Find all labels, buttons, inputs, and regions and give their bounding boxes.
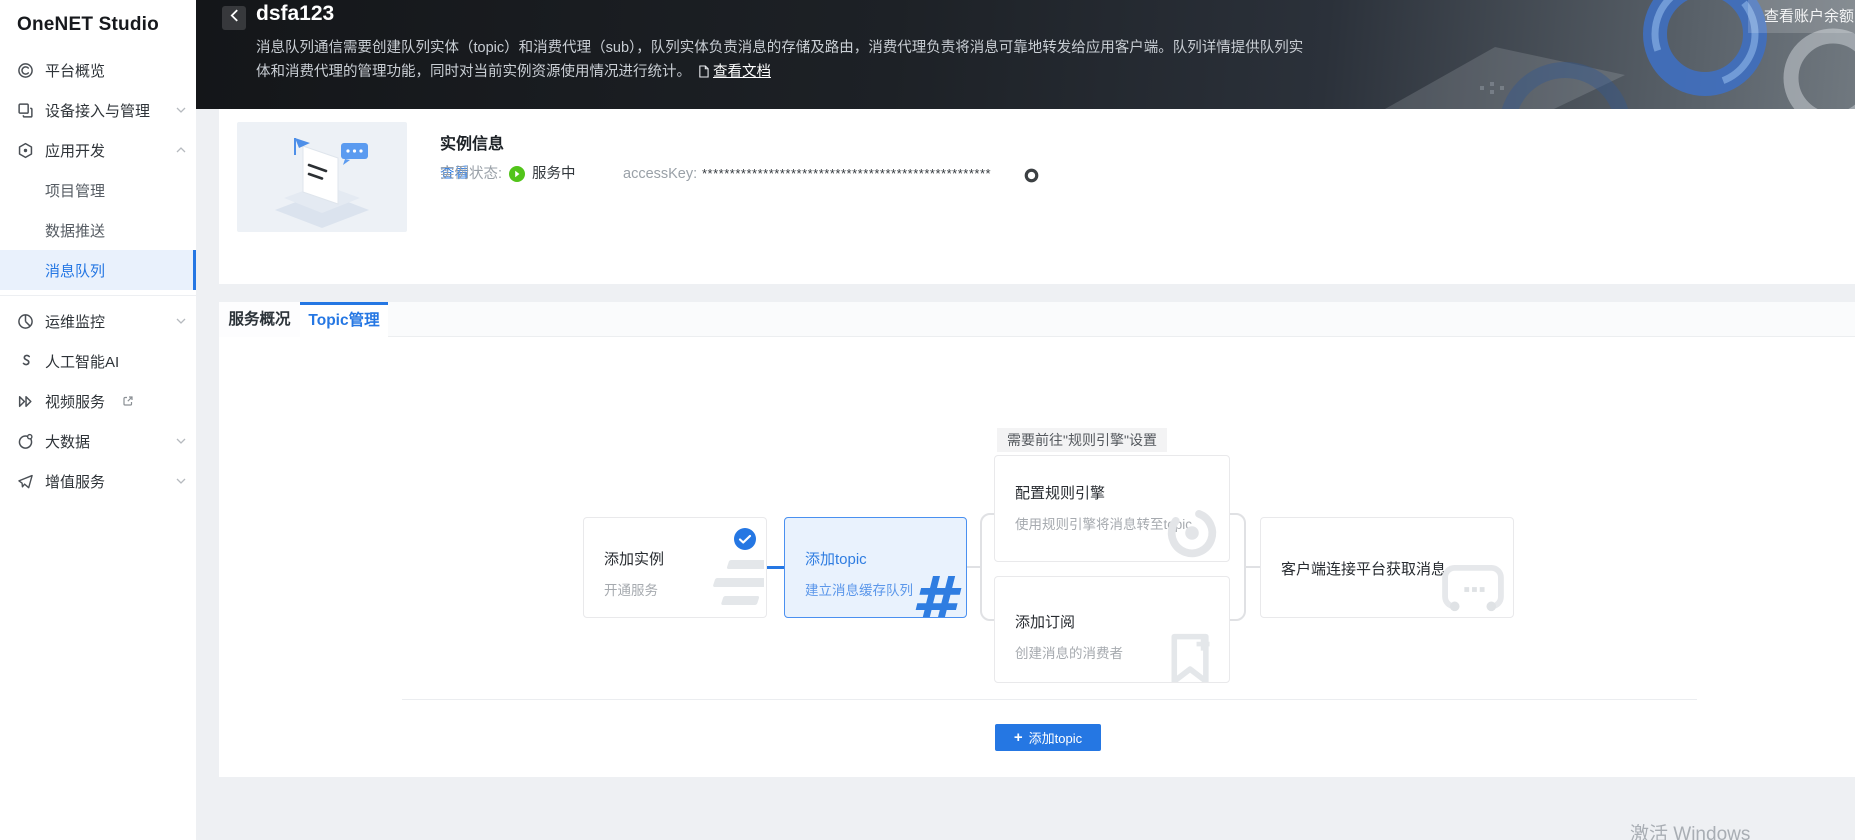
instance-info-card: 实例信息 实例状态: 服务中 accessKey: **************… [219, 109, 1855, 284]
instance-info-title: 实例信息 [440, 130, 504, 154]
add-topic-button-label: 添加topic [1029, 728, 1082, 747]
flow-step-add-instance[interactable]: 添加实例 开通服务 [583, 517, 767, 618]
sidebar-item-ops-monitoring[interactable]: 运维监控 [0, 301, 196, 341]
description-text: 消息队列通信需要创建队列实体（topic）和消费代理（sub），队列实体负责消息… [256, 40, 1303, 80]
sidebar-item-platform-overview[interactable]: 平台概览 [0, 50, 196, 90]
sidebar-item-label: 平台概览 [45, 60, 105, 81]
app-dev-icon [17, 142, 34, 159]
sidebar-item-label: 增值服务 [45, 471, 105, 492]
sidebar-item-label: 项目管理 [45, 180, 105, 201]
eye-icon[interactable] [1024, 167, 1039, 191]
topic-management-panel: 需要前往"规则引擎"设置 添加实例 开通服务 添加topic 建立消息缓存队列 … [219, 337, 1855, 777]
device-access-icon [17, 102, 34, 119]
tab-service-overview[interactable]: 服务概况 [219, 302, 300, 337]
sidebar: OneNET Studio 平台概览 设备接入与管理 应用开发 项目管理 数据推… [0, 0, 196, 840]
chevron-down-icon [176, 438, 186, 444]
flow-step-title: 配置规则引擎 [1015, 482, 1105, 503]
chevron-down-icon [176, 318, 186, 324]
flow-step-title: 添加订阅 [1015, 611, 1075, 632]
instance-status-label: 实例状态: [440, 162, 502, 186]
video-service-icon [17, 393, 34, 410]
rule-engine-swirl-icon [1163, 504, 1221, 562]
flow-connector-blue [767, 566, 784, 569]
rule-engine-tooltip: 需要前往"规则引擎"设置 [997, 428, 1167, 452]
sidebar-item-device-access[interactable]: 设备接入与管理 [0, 90, 196, 130]
ai-icon [17, 353, 34, 370]
client-connection-icon [1441, 564, 1505, 618]
page-header: dsfa123 消息队列通信需要创建队列实体（topic）和消费代理（sub），… [196, 0, 1855, 109]
flow-step-title: 添加实例 [604, 548, 664, 569]
account-balance-button[interactable]: 查看账户余额 [1748, 0, 1855, 33]
windows-activation-watermark: 激活 Windows [1630, 819, 1750, 840]
instance-illustration [237, 122, 407, 232]
flow-connector-right [1245, 566, 1261, 568]
page-description: 消息队列通信需要创建队列实体（topic）和消费代理（sub），队列实体负责消息… [256, 36, 1316, 86]
instance-status-value: 服务中 [532, 162, 576, 186]
flow-connector-left [967, 566, 981, 568]
accesskey-masked-value: ****************************************… [702, 162, 991, 186]
chevron-down-icon [176, 478, 186, 484]
document-icon [698, 62, 709, 86]
sidebar-item-ai[interactable]: 人工智能AI [0, 341, 196, 381]
flow-step-title: 添加topic [805, 548, 867, 569]
sidebar-item-label: 设备接入与管理 [45, 100, 150, 121]
sidebar-item-app-development[interactable]: 应用开发 [0, 130, 196, 170]
flow-step-subtitle: 开通服务 [604, 579, 658, 599]
chevron-down-icon [176, 107, 186, 113]
hash-icon: # [911, 569, 956, 618]
sidebar-item-label: 人工智能AI [45, 351, 119, 372]
sidebar-item-project-management[interactable]: 项目管理 [0, 170, 196, 210]
sidebar-item-label: 应用开发 [45, 140, 105, 161]
onenet-studio-page: OneNET Studio 平台概览 设备接入与管理 应用开发 项目管理 数据推… [0, 0, 1855, 840]
ops-monitor-icon [17, 313, 34, 330]
big-data-icon [17, 433, 34, 450]
sidebar-item-value-added-service[interactable]: 增值服务 [0, 461, 196, 501]
flow-step-title: 客户端连接平台获取消息 [1281, 558, 1446, 579]
sidebar-item-data-push[interactable]: 数据推送 [0, 210, 196, 250]
flow-step-add-topic[interactable]: 添加topic 建立消息缓存队列 # [784, 517, 967, 618]
flow-step-subtitle: 创建消息的消费者 [1015, 642, 1123, 662]
platform-overview-icon [17, 62, 34, 79]
instance-info-row: 实例状态: 服务中 accessKey: *******************… [440, 162, 1820, 186]
sidebar-item-big-data[interactable]: 大数据 [0, 421, 196, 461]
sidebar-item-message-queue[interactable]: 消息队列 [0, 250, 196, 290]
sidebar-item-video-service[interactable]: 视频服务 [0, 381, 196, 421]
sidebar-item-label: 大数据 [45, 431, 90, 452]
flow-step-subtitle: 建立消息缓存队列 [805, 579, 913, 599]
page-title: dsfa123 [256, 2, 334, 26]
bookmark-plus-icon [1165, 629, 1217, 683]
sidebar-divider [0, 295, 196, 296]
detail-tabbar: 服务概况 Topic管理 [219, 302, 1855, 337]
chevron-left-icon [230, 9, 239, 27]
external-link-icon [122, 395, 134, 407]
value-added-service-icon [17, 473, 34, 490]
flow-step-add-subscription[interactable]: 添加订阅 创建消息的消费者 [994, 576, 1230, 683]
view-docs-link[interactable]: 查看文档 [713, 64, 771, 80]
flow-step-client-connect[interactable]: 客户端连接平台获取消息 [1260, 517, 1514, 618]
sidebar-item-label: 运维监控 [45, 311, 105, 332]
plus-icon: + [1014, 730, 1023, 745]
back-button[interactable] [222, 6, 246, 30]
tab-topic-management[interactable]: Topic管理 [300, 302, 388, 338]
list-lines-icon [688, 558, 764, 615]
panel-divider [402, 699, 1697, 700]
add-topic-button[interactable]: + 添加topic [995, 724, 1101, 751]
sidebar-item-label: 数据推送 [45, 220, 105, 241]
sidebar-nav: 平台概览 设备接入与管理 应用开发 项目管理 数据推送 消息队列 [0, 50, 196, 501]
check-circle-icon [734, 528, 756, 555]
sidebar-item-label: 视频服务 [45, 391, 105, 412]
sidebar-item-label: 消息队列 [45, 260, 105, 281]
accesskey-label: accessKey: [623, 162, 697, 186]
chevron-up-icon [176, 147, 186, 153]
brand-title: OneNET Studio [0, 0, 196, 36]
status-running-icon [509, 166, 525, 190]
flow-step-configure-rule-engine[interactable]: 配置规则引擎 使用规则引擎将消息转至topic [994, 455, 1230, 562]
